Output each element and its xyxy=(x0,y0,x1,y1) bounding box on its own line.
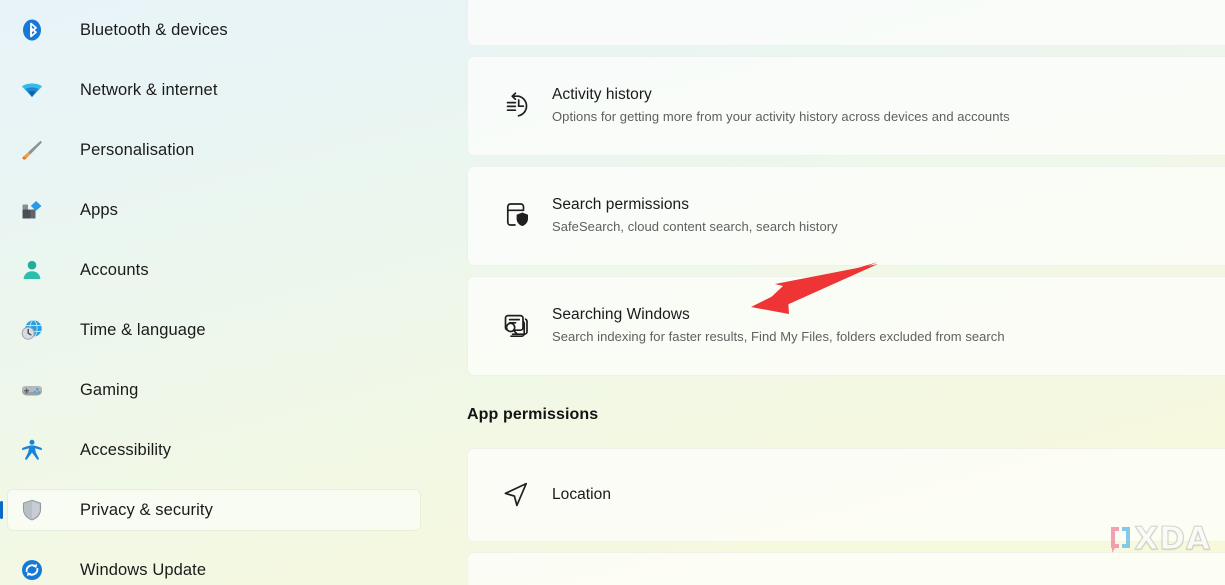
clock-globe-icon xyxy=(21,319,42,340)
card-text-block: Searching Windows Search indexing for fas… xyxy=(552,305,1005,346)
card-text-block: Search permissions SafeSearch, cloud cont… xyxy=(552,195,838,236)
card-title: Searching Windows xyxy=(552,306,690,324)
card-subtitle: Search indexing for faster results, Find… xyxy=(552,329,1005,345)
update-icon xyxy=(20,558,44,582)
sidebar-item-accounts[interactable]: Accounts xyxy=(8,250,420,290)
accessibility-icon xyxy=(22,439,42,460)
settings-card-search-permissions[interactable]: Search permissions SafeSearch, cloud cont… xyxy=(467,166,1225,266)
paintbrush-icon xyxy=(20,138,44,162)
sidebar-item-label: Accounts xyxy=(80,260,149,279)
location-arrow-icon xyxy=(504,482,528,507)
card-title: Location xyxy=(552,485,612,503)
sidebar-item-label: Windows Update xyxy=(80,560,207,579)
bluetooth-icon xyxy=(23,19,41,41)
sidebar-item-label: Privacy & security xyxy=(80,500,213,519)
card-title: Activity history xyxy=(552,86,652,104)
shield-icon xyxy=(22,499,42,521)
sidebar-item-label: Time & language xyxy=(80,320,206,339)
card-text-block: Activity history Options for getting more… xyxy=(552,85,1010,126)
sidebar-item-label: Gaming xyxy=(80,380,139,399)
sidebar-item-label: Accessibility xyxy=(80,440,172,459)
card-title: Search permissions xyxy=(552,196,690,214)
searching-windows-icon xyxy=(502,311,532,341)
gamepad-icon xyxy=(22,386,42,396)
feedback-icon xyxy=(502,0,532,5)
settings-main-content: Diagnostic data, inking and typing data,… xyxy=(460,0,1225,585)
wifi-icon xyxy=(22,83,42,97)
gamepad-icon xyxy=(20,378,44,402)
settings-card-partial[interactable]: Diagnostic data, inking and typing data,… xyxy=(467,0,1225,46)
apps-grid-icon xyxy=(22,201,42,219)
accessibility-icon xyxy=(20,438,44,462)
person-icon xyxy=(20,258,44,282)
xda-watermark-text: XDA xyxy=(1134,520,1211,557)
section-heading-app-permissions: App permissions xyxy=(467,406,599,423)
sidebar-item-windows-update[interactable]: Windows Update xyxy=(8,550,420,585)
search-permissions-icon xyxy=(502,201,532,231)
person-icon xyxy=(23,260,41,279)
paintbrush-icon xyxy=(22,140,42,160)
sidebar-item-label: Apps xyxy=(80,200,119,219)
settings-card-searching-windows[interactable]: Searching Windows Search indexing for fas… xyxy=(467,276,1225,376)
bluetooth-icon xyxy=(20,18,44,42)
activity-history-icon xyxy=(506,92,528,117)
searching-windows-icon xyxy=(504,314,528,338)
sidebar-selection-indicator xyxy=(0,501,3,519)
activity-history-icon xyxy=(502,91,532,121)
sidebar-item-privacy-security[interactable]: Privacy & security xyxy=(0,490,420,530)
card-text-block: Location xyxy=(552,485,611,506)
update-icon xyxy=(22,560,42,580)
settings-card-activity-history[interactable]: Activity history Options for getting more… xyxy=(467,56,1225,156)
shield-icon xyxy=(20,498,44,522)
location-arrow-icon xyxy=(502,480,532,510)
clock-globe-icon xyxy=(20,318,44,342)
sidebar-item-label: Bluetooth & devices xyxy=(80,20,228,39)
card-subtitle: Options for getting more from your activ… xyxy=(552,109,1010,125)
xda-bracket-logo-icon xyxy=(1111,527,1131,553)
sidebar-item-label: Personalisation xyxy=(80,140,195,159)
wifi-icon xyxy=(20,78,44,102)
card-subtitle: SafeSearch, cloud content search, search… xyxy=(552,219,838,235)
sidebar-item-personalisation[interactable]: Personalisation xyxy=(8,130,420,170)
apps-grid-icon xyxy=(20,198,44,222)
sidebar-item-bluetooth-devices[interactable]: Bluetooth & devices xyxy=(8,10,420,50)
settings-sidebar: Bluetooth & devices Network & internet Per… xyxy=(0,0,460,585)
sidebar-item-label: Network & internet xyxy=(80,80,218,99)
sidebar-item-network-internet[interactable]: Network & internet xyxy=(8,70,420,110)
sidebar-item-accessibility[interactable]: Accessibility xyxy=(8,430,420,470)
sidebar-item-gaming[interactable]: Gaming xyxy=(8,370,420,410)
blank-icon xyxy=(502,567,532,585)
sidebar-item-apps[interactable]: Apps xyxy=(8,190,420,230)
xda-watermark: XDA xyxy=(1108,520,1211,558)
search-permissions-icon xyxy=(506,203,528,227)
feedback-icon xyxy=(502,0,532,5)
sidebar-item-time-language[interactable]: Time & language xyxy=(8,310,420,350)
